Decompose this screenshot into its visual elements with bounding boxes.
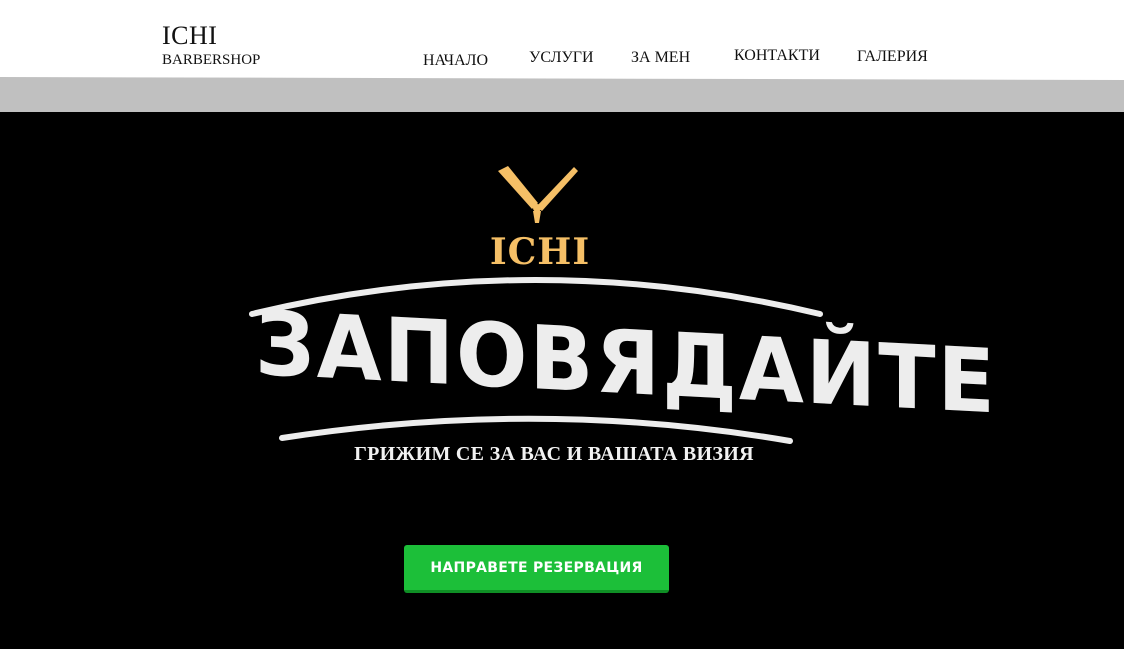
brand-subtitle: BARBERSHOP (162, 52, 261, 68)
hero-tagline: ГРИЖИМ СЕ ЗА ВАС И ВАШАТА ВИЗИЯ (354, 443, 754, 465)
nav-item-contacts[interactable]: КОНТАКТИ (734, 47, 820, 65)
nav-item-about[interactable]: ЗА МЕН (631, 49, 690, 67)
brand-name: ICHI (162, 21, 218, 50)
brand-logo[interactable]: ICHI BARBERSHOP (162, 22, 260, 69)
hero-logo-text: ICHI (489, 231, 591, 273)
site-header: ICHI BARBERSHOP НАЧАЛО УСЛУГИ ЗА МЕН КОН… (0, 0, 1124, 112)
nav-item-gallery[interactable]: ГАЛЕРИЯ (857, 48, 928, 66)
razor-icon (498, 166, 578, 223)
nav-item-services[interactable]: УСЛУГИ (529, 49, 594, 67)
make-reservation-button[interactable]: НАПРАВЕТЕ РЕЗЕРВАЦИЯ (404, 545, 669, 593)
nav-item-home[interactable]: НАЧАЛО (423, 52, 488, 70)
